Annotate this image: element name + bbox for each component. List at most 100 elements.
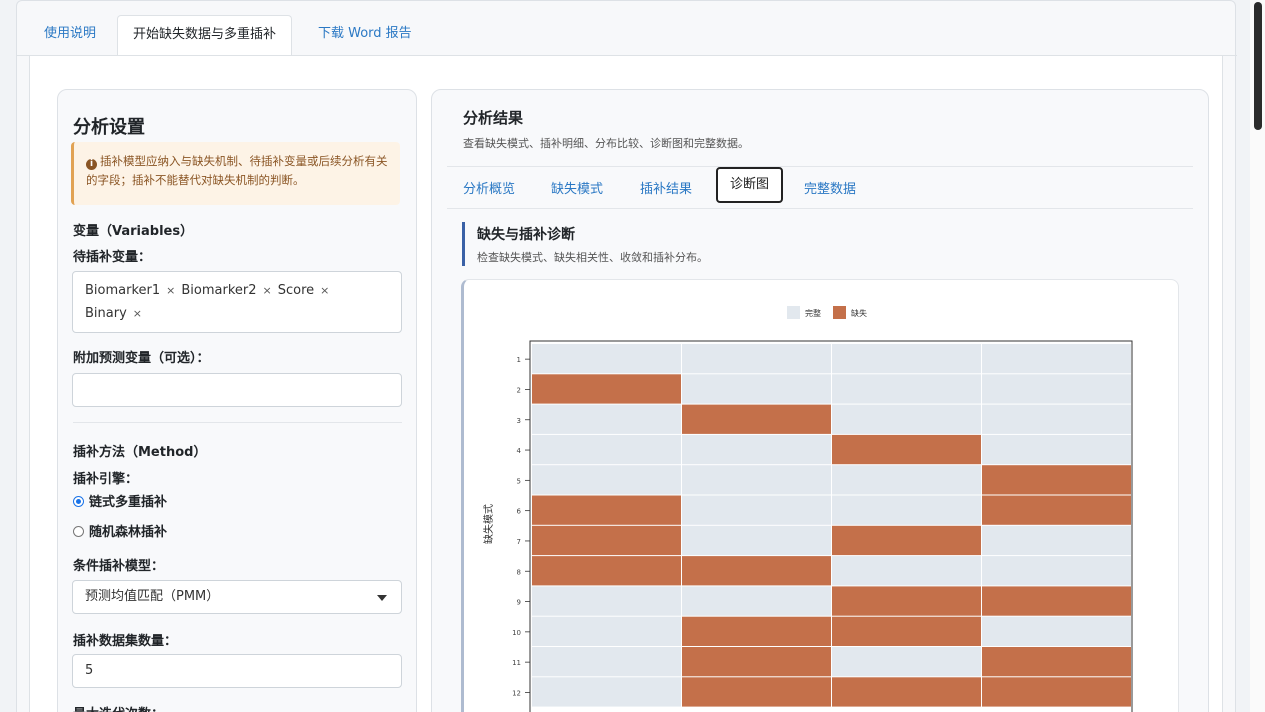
- max-iter-label: 最大迭代次数：: [73, 703, 164, 712]
- heatmap-cell: [982, 616, 1131, 646]
- chip-label: Binary: [85, 306, 127, 321]
- tab-imputation-results[interactable]: 插补结果: [640, 178, 692, 197]
- heatmap-cell: [982, 404, 1131, 434]
- heatmap-cell: [832, 525, 981, 556]
- heatmap-cell: [532, 586, 681, 616]
- radio-selected-icon: [73, 496, 84, 507]
- heatmap-cell: [532, 677, 681, 707]
- heatmap-cell: [532, 495, 681, 525]
- heatmap-cell: [682, 616, 831, 646]
- variables-section-title: 变量（Variables）: [73, 224, 194, 239]
- heatmap-cell: [982, 434, 1131, 465]
- y-tick-label: 4: [517, 447, 522, 455]
- info-icon: i: [86, 159, 97, 170]
- heatmap-cell: [682, 647, 831, 677]
- tab-start-imputation[interactable]: 开始缺失数据与多重插补: [117, 15, 293, 56]
- heatmap-cell: [682, 434, 831, 465]
- heatmap-cell: [832, 586, 981, 616]
- heatmap-cell: [982, 556, 1131, 586]
- heatmap-cell: [682, 404, 831, 434]
- remove-icon[interactable]: ×: [166, 284, 175, 297]
- chip-label: Biomarker1: [85, 283, 161, 298]
- remove-icon[interactable]: ×: [133, 307, 142, 320]
- remove-icon[interactable]: ×: [320, 284, 329, 297]
- y-axis-label: 缺失模式: [482, 504, 495, 544]
- tab-overview[interactable]: 分析概览: [463, 178, 515, 197]
- heatmap-cell: [682, 586, 831, 616]
- notice-box: i 插补模型应纳入与缺失机制、待插补变量或后续分析有关的字段；插补不能替代对缺失机…: [71, 142, 400, 205]
- y-tick-label: 1: [517, 356, 521, 364]
- heatmap-cell: [982, 495, 1131, 525]
- extra-predictors-label: 附加预测变量（可选）：: [73, 351, 210, 366]
- cond-model-select[interactable]: 预测均值匹配（PMM）: [72, 580, 402, 614]
- plot-card: 完整 缺失 1 2 3 4 5 6 7 8 9 10 11 12 缺失模式: [461, 279, 1179, 712]
- radio-chained[interactable]: 链式多重插补: [73, 491, 167, 510]
- heatmap-cell: [832, 677, 981, 707]
- chip-biomarker2: Biomarker2 ×: [181, 279, 271, 302]
- heatmap-cell: [532, 404, 681, 434]
- heatmap-cell: [832, 556, 981, 586]
- diagnostics-title: 缺失与插补诊断: [477, 227, 575, 243]
- heatmap-cell: [832, 495, 981, 525]
- heatmap-cell: [532, 556, 681, 586]
- tab-diagnostics[interactable]: 诊断图: [716, 167, 784, 203]
- tab-complete-data[interactable]: 完整数据: [804, 178, 856, 197]
- y-tick-label: 9: [517, 599, 521, 607]
- radio-random-forest[interactable]: 随机森林插补: [73, 521, 167, 540]
- heatmap-cell: [982, 344, 1131, 374]
- settings-card: 分析设置 i 插补模型应纳入与缺失机制、待插补变量或后续分析有关的字段；插补不能替…: [57, 89, 417, 712]
- chip-score: Score ×: [278, 279, 330, 302]
- divider: [73, 422, 402, 423]
- heatmap-cell: [832, 434, 981, 465]
- top-tab-bar: 使用说明 开始缺失数据与多重插补 下载 Word 报告: [17, 15, 1237, 56]
- heatmap-cell: [982, 374, 1131, 404]
- legend-swatch-complete: [787, 306, 800, 319]
- n-imputations-label: 插补数据集数量：: [73, 634, 178, 649]
- method-section-title: 插补方法（Method）: [73, 445, 207, 460]
- results-card: 分析结果 查看缺失模式、插补明细、分布比较、诊断图和完整数据。 分析概览 缺失模…: [431, 89, 1209, 712]
- heatmap-cell: [532, 465, 681, 495]
- tab-missing-pattern[interactable]: 缺失模式: [551, 178, 603, 197]
- caret-down-icon: [377, 595, 387, 601]
- y-tick-label: 5: [517, 477, 521, 485]
- y-tick-label: 8: [517, 568, 521, 576]
- input-value: 5: [85, 663, 94, 678]
- extra-predictors-input[interactable]: [72, 373, 402, 407]
- n-imputations-input[interactable]: 5: [72, 654, 402, 688]
- results-subtitle: 查看缺失模式、插补明细、分布比较、诊断图和完整数据。: [463, 137, 749, 150]
- heatmap-cell: [682, 495, 831, 525]
- chip-label: Score: [277, 283, 315, 298]
- heatmap-cell: [832, 344, 981, 374]
- y-tick-label: 2: [517, 386, 521, 394]
- heatmap-cell: [682, 374, 831, 404]
- y-tick-label: 6: [517, 508, 522, 516]
- heatmap-cell: [532, 647, 681, 677]
- heatmap-cell: [532, 434, 681, 465]
- settings-title: 分析设置: [73, 117, 145, 138]
- notice-text: 插补模型应纳入与缺失机制、待插补变量或后续分析有关的字段；插补不能替代对缺失机制…: [86, 154, 388, 187]
- heatmap-cell: [832, 616, 981, 646]
- legend-label-complete: 完整: [805, 308, 821, 318]
- tab-instructions[interactable]: 使用说明: [44, 15, 96, 56]
- radio-label: 链式多重插补: [89, 495, 168, 510]
- scrollbar-thumb[interactable]: [1254, 2, 1262, 130]
- chip-binary: Binary ×: [85, 302, 142, 325]
- impute-vars-select[interactable]: Biomarker1 × Biomarker2 × Score × Binary ×: [72, 271, 402, 333]
- heatmap-cell: [682, 525, 831, 556]
- heatmap-cell: [532, 374, 681, 404]
- result-tabs-line: [447, 208, 1193, 209]
- tab-download-report[interactable]: 下载 Word 报告: [318, 15, 412, 56]
- missing-pattern-heatmap: 完整 缺失123456789101112缺失模式: [482, 306, 1133, 712]
- heatmap-cell: [682, 465, 831, 495]
- heatmap-cell: [832, 404, 981, 434]
- y-tick-label: 3: [517, 417, 521, 425]
- select-value: 预测均值匹配（PMM）: [85, 589, 220, 604]
- y-tick-label: 7: [517, 538, 521, 546]
- remove-icon[interactable]: ×: [263, 284, 272, 297]
- heatmap-cell: [982, 586, 1131, 616]
- heatmap-cell: [682, 556, 831, 586]
- divider: [447, 166, 1193, 167]
- legend-label-missing: 缺失: [851, 308, 867, 318]
- diagnostics-subtitle: 检查缺失模式、缺失相关性、收敛和插补分布。: [477, 251, 708, 264]
- heatmap-cell: [832, 465, 981, 495]
